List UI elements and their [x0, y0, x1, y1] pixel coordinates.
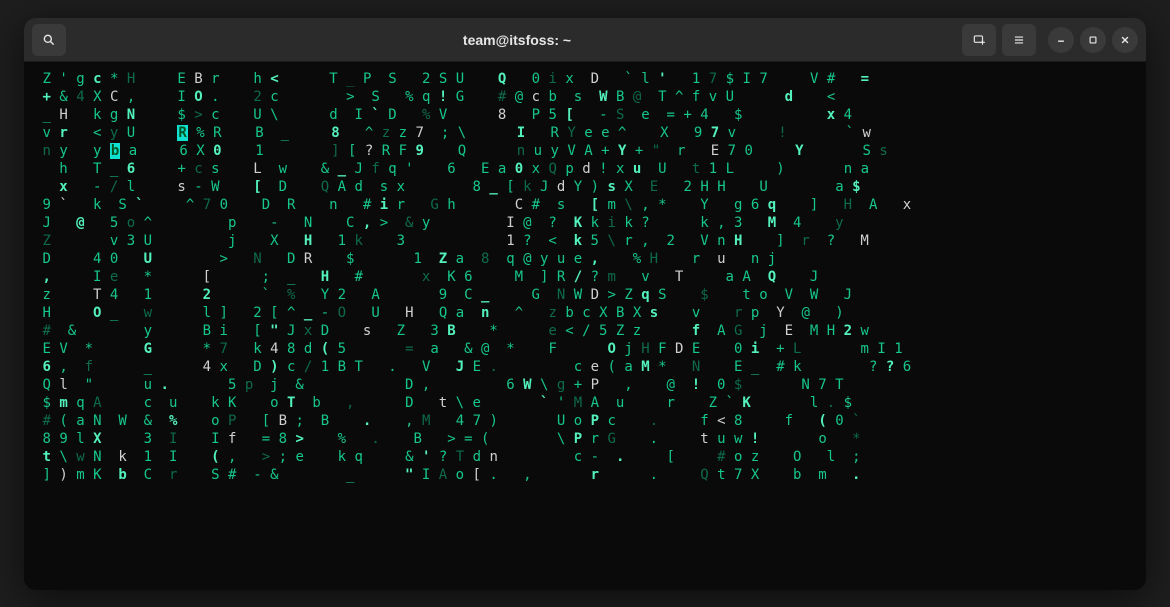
matrix-line: t \ w N k 1 I ( , > ; e k q & ' ? T d n … [34, 448, 1136, 466]
matrix-line: J @ 5 o ^ p - N C , > & y I @ ? K k i k … [34, 214, 1136, 232]
titlebar: team@itsfoss: ~ [24, 18, 1146, 62]
new-tab-button[interactable] [962, 24, 996, 56]
matrix-line: Z ' g c * H E B r h < T _ P S 2 S U Q 0 … [34, 70, 1136, 88]
minimize-icon [1054, 33, 1068, 47]
maximize-button[interactable] [1080, 27, 1106, 53]
maximize-icon [1086, 33, 1100, 47]
menu-button[interactable] [1002, 24, 1036, 56]
new-tab-icon [972, 33, 986, 47]
matrix-line: x - / l s - W [ D Q A d s x 8 _ [ k J d … [34, 178, 1136, 196]
window-title: team@itsfoss: ~ [72, 32, 962, 48]
search-button[interactable] [32, 24, 66, 56]
matrix-line: Z v 3 U j X H 1 k 3 1 ? < k 5 \ r , 2 V … [34, 232, 1136, 250]
matrix-line: ] ) m K b C r S # - & _ " I A o [ . , r … [34, 466, 1136, 484]
terminal-output[interactable]: Z ' g c * H E B r h < T _ P S 2 S U Q 0 … [24, 62, 1146, 590]
matrix-line: 6 , f _ 4 x D ) c / 1 B T . V J E . c e … [34, 358, 1136, 376]
minimize-button[interactable] [1048, 27, 1074, 53]
matrix-line: n y y b a 6 X 0 1 ] [ ? R F 9 Q n u y V … [34, 142, 1136, 160]
hamburger-menu-icon [1012, 33, 1026, 47]
matrix-line: , I e * [ ; _ H # x K 6 M ] R / ? m v T … [34, 268, 1136, 286]
matrix-line: v r < y U R % R B _ 8 ^ z z 7 ; \ I R Y … [34, 124, 1136, 142]
matrix-line: D 4 0 U > N D R $ 1 Z a 8 q @ y u e , % … [34, 250, 1136, 268]
close-button[interactable] [1112, 27, 1138, 53]
terminal-window: team@itsfoss: ~ Z ' g c * H E B r h < T … [24, 18, 1146, 590]
matrix-line: Q l " u . 5 p j & D , 6 W \ g + P , @ ! … [34, 376, 1136, 394]
matrix-line: _ H k g N $ > c U \ d I ` D % V 8 P 5 [ … [34, 106, 1136, 124]
matrix-line: + & 4 X C , I O . 2 c > S % q ! G # @ c … [34, 88, 1136, 106]
matrix-line: E V * G * 7 k 4 8 d ( 5 = a & @ * F O j … [34, 340, 1136, 358]
close-icon [1118, 33, 1132, 47]
matrix-line: # ( a N W & % o P [ B ; B . , M 4 7 ) U … [34, 412, 1136, 430]
matrix-line: 8 9 l X 3 I I f = 8 > % . B > = ( \ P r … [34, 430, 1136, 448]
matrix-line: $ m q A c u k K o T b , D t \ e ` ' M A … [34, 394, 1136, 412]
search-icon [42, 33, 56, 47]
matrix-line: z T 4 1 2 ` % Y 2 A 9 C _ G N W D > Z q … [34, 286, 1136, 304]
matrix-line: 9 ` k S ` ^ 7 0 D R n # i r G h C # s [ … [34, 196, 1136, 214]
matrix-line: h T _ 6 + c s L w & _ J f q ' 6 E a 0 x … [34, 160, 1136, 178]
matrix-line: # & y B i [ " J x D s Z 3 B * e < / 5 Z … [34, 322, 1136, 340]
window-controls [962, 24, 1138, 56]
matrix-line: H O _ w l ] 2 [ ^ _ - O U H Q a n ^ z b … [34, 304, 1136, 322]
